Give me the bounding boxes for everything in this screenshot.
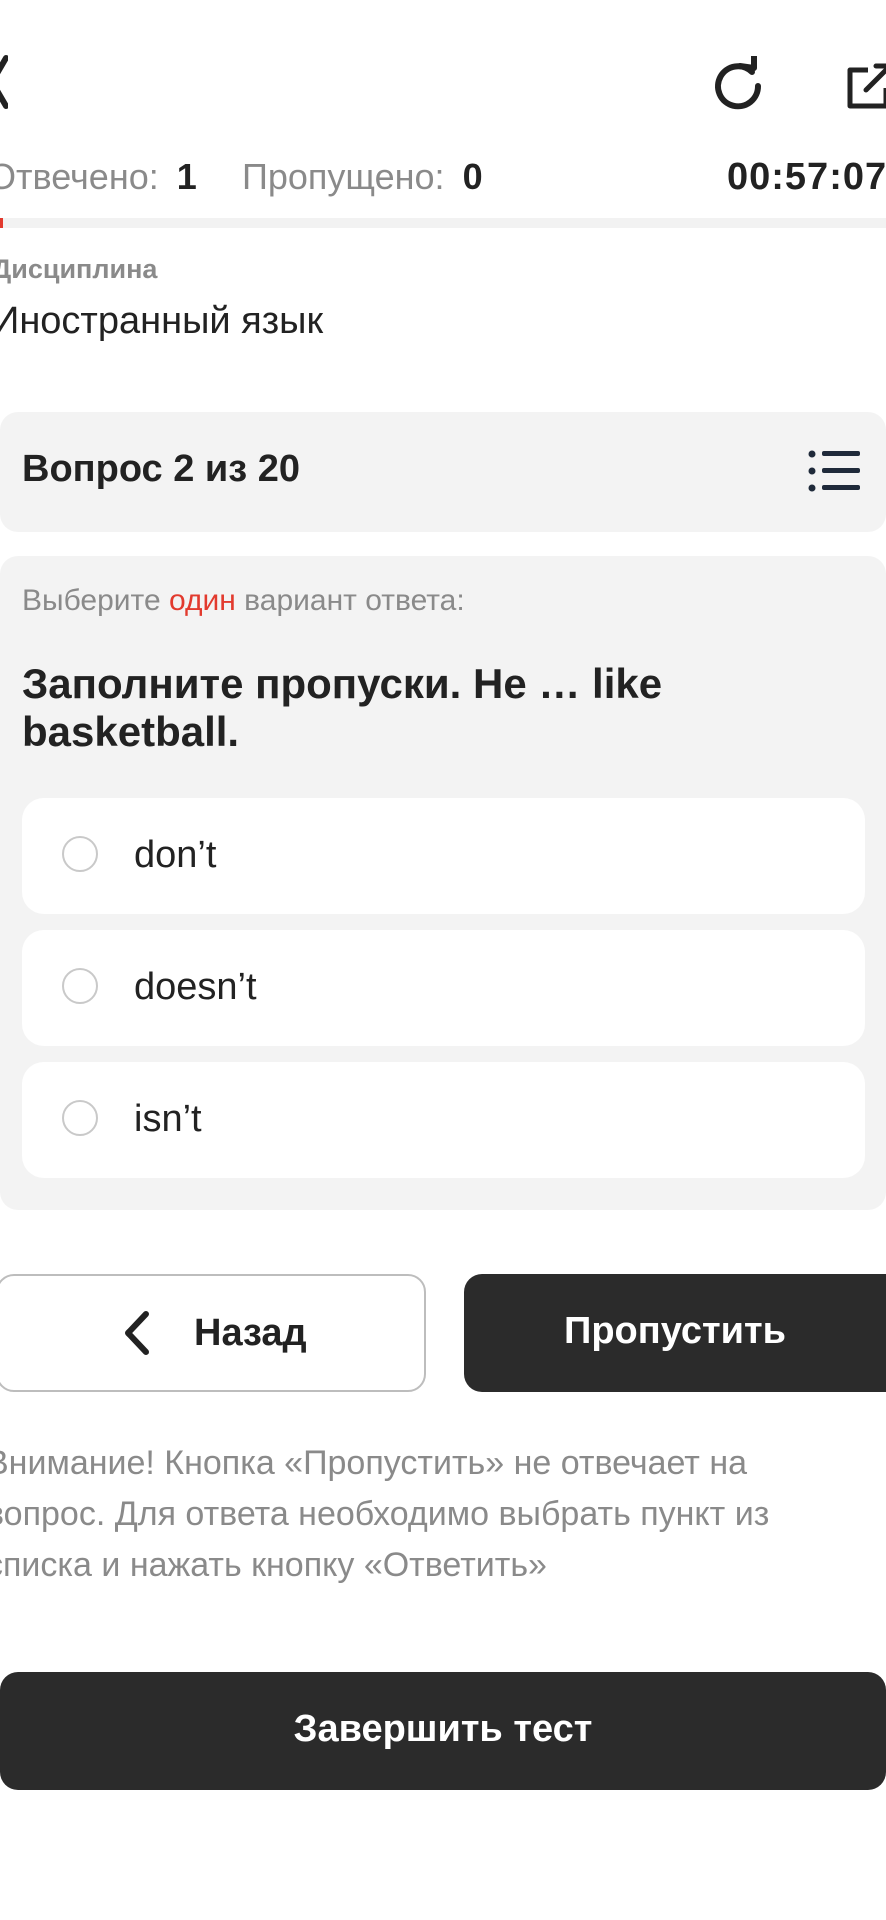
question-text: Заполните пропуски. He … like basketball… [22,660,663,755]
option-label: doesn’t [134,966,257,1008]
discipline-label: Дисциплина [0,254,158,284]
warning-text: Внимание! Кнопка «Пропустить» не отвечае… [0,1444,770,1584]
question-instruction: Выберите один вариант ответа: [22,584,465,618]
answered-label: Отвечено: [0,156,159,197]
answer-option[interactable]: don’t [22,798,865,914]
answer-option[interactable]: doesn’t [22,930,865,1046]
finish-test-button[interactable]: Завершить тест [0,1672,886,1790]
back-button-label: Назад [194,1312,307,1354]
skip-button[interactable]: Пропустить [464,1274,886,1392]
chevron-left-icon [125,1311,149,1355]
reload-icon[interactable] [710,56,770,116]
finish-test-label: Завершить тест [293,1708,593,1750]
progress-mark [0,218,3,228]
instruction-suffix: вариант ответа: [235,584,465,617]
external-link-icon[interactable] [846,62,886,110]
skipped-counter: Пропущено: 0 [242,156,483,198]
divider [0,218,886,228]
discipline-value: Иностранный язык [0,300,324,342]
instruction-accent: один [168,584,236,617]
radio-button[interactable] [62,968,98,1004]
back-button[interactable]: Назад [0,1274,426,1392]
question-counter: Вопрос 2 из 20 [22,448,300,490]
answer-option[interactable]: isn’t [22,1062,865,1178]
top-bar [0,0,886,130]
instruction-prefix: Выберите [22,584,169,617]
list-icon[interactable] [808,448,860,494]
skipped-value: 0 [462,156,483,197]
option-label: isn’t [134,1098,202,1140]
option-label: don’t [134,834,217,876]
answered-counter: Отвечено: 1 [0,156,197,198]
radio-button[interactable] [62,836,98,872]
radio-button[interactable] [62,1100,98,1136]
skip-button-label: Пропустить [564,1310,786,1352]
skipped-label: Пропущено: [242,156,445,197]
timer: 00:57:07 [727,156,886,198]
chevron-left-icon[interactable] [0,54,8,110]
answered-value: 1 [176,156,197,197]
